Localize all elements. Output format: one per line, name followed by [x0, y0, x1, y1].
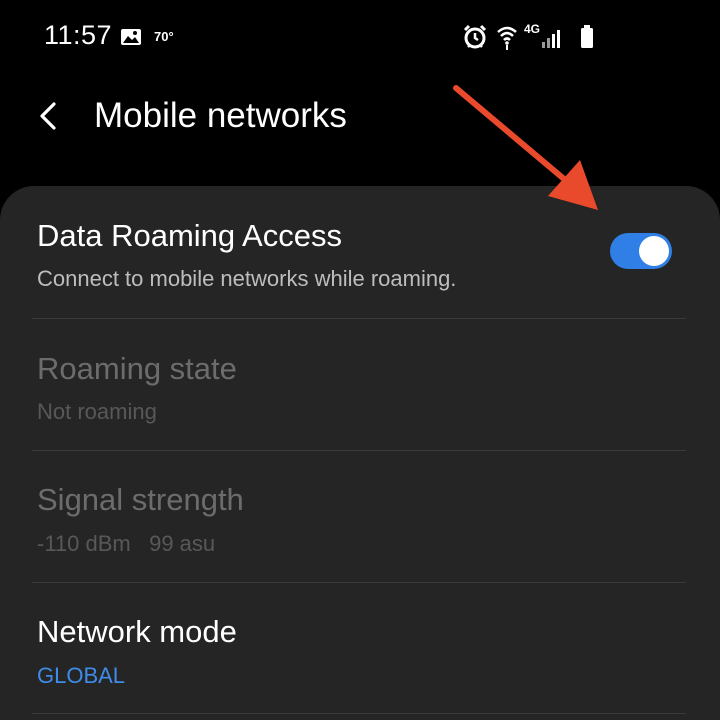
toggle-knob: [639, 236, 669, 266]
setting-title: Roaming state: [37, 351, 237, 386]
back-button[interactable]: [28, 92, 68, 140]
status-temperature: 70°: [154, 29, 174, 44]
setting-title: Data Roaming Access: [37, 218, 342, 253]
wifi-icon: [497, 26, 517, 50]
setting-subtitle: Not roaming: [37, 399, 157, 424]
data-roaming-access-row[interactable]: Data Roaming Access Connect to mobile ne…: [0, 186, 720, 318]
network-type-label: 4G: [524, 22, 541, 36]
setting-title: Signal strength: [37, 482, 244, 517]
setting-subtitle: -110 dBm 99 asu: [37, 531, 216, 556]
status-time: 11:57: [44, 20, 113, 50]
roaming-state-row: Roaming state Not roaming: [0, 319, 720, 450]
alarm-icon: [463, 24, 487, 49]
chevron-left-icon: [40, 102, 56, 130]
setting-subtitle: Connect to mobile networks while roaming…: [37, 266, 457, 291]
network-mode-value: GLOBAL: [37, 663, 126, 688]
settings-card: Data Roaming Access Connect to mobile ne…: [0, 186, 720, 720]
divider: [32, 713, 686, 714]
signal-icon: [542, 30, 560, 48]
page-title: Mobile networks: [94, 96, 347, 135]
setting-title: Network mode: [37, 614, 237, 649]
data-roaming-toggle[interactable]: [610, 233, 672, 269]
battery-icon: [581, 25, 593, 48]
network-mode-row[interactable]: Network mode GLOBAL: [0, 583, 720, 713]
status-icons: 4G: [462, 22, 602, 50]
signal-strength-row: Signal strength -110 dBm 99 asu: [0, 451, 720, 582]
app-header: Mobile networks: [0, 74, 720, 186]
phone-screen: 11:57 70° 4G Mobile networks Data Roamin…: [0, 0, 720, 720]
status-bar: 11:57 70° 4G: [0, 0, 720, 74]
gallery-icon: [121, 29, 141, 45]
